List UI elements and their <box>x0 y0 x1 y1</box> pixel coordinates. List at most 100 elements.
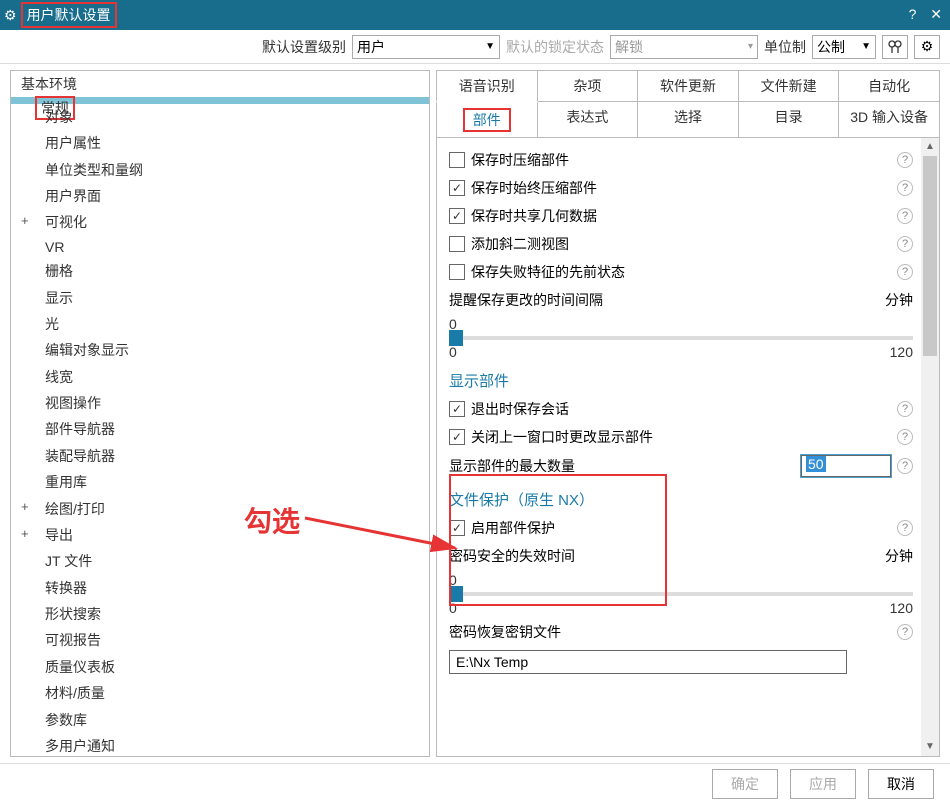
tree-item[interactable]: +导出 <box>11 522 429 548</box>
search-icon[interactable] <box>882 35 908 59</box>
setting-always-compress: 保存时始终压缩部件 ? <box>449 174 933 202</box>
setting-enable-protect: 启用部件保护 ? <box>449 514 933 542</box>
checkbox[interactable] <box>449 429 465 445</box>
help-icon[interactable]: ? <box>909 6 917 22</box>
recovery-input[interactable]: E:\Nx Temp <box>449 650 847 674</box>
tabs-row-2: 部件表达式选择目录3D 输入设备 <box>436 101 940 137</box>
remind-interval-row: 提醒保存更改的时间间隔 分钟 <box>449 286 933 314</box>
tree-item[interactable]: 单位类型和量纲 <box>11 157 429 183</box>
settings-icon[interactable]: ⚙ <box>914 35 940 59</box>
slider-1: 0 0120 <box>449 314 933 362</box>
tab[interactable]: 语音识别 <box>436 70 538 101</box>
scroll-thumb[interactable] <box>923 156 937 356</box>
recovery-input-row: E:\Nx Temp <box>449 646 933 678</box>
setting-share-geom: 保存时共享几何数据 ? <box>449 202 933 230</box>
checkbox[interactable] <box>449 236 465 252</box>
tree-item[interactable]: 形状搜索 <box>11 601 429 627</box>
help-icon[interactable]: ? <box>897 236 913 252</box>
tree-item[interactable]: 视图操作 <box>11 390 429 416</box>
checkbox[interactable] <box>449 520 465 536</box>
main-area: 基本环境 常规对象用户属性单位类型和量纲用户界面+可视化VR栅格显示光编辑对象显… <box>0 64 950 763</box>
tree-item[interactable]: 线宽 <box>11 364 429 390</box>
checkbox[interactable] <box>449 208 465 224</box>
max-parts-row: 显示部件的最大数量 50 ? <box>449 451 933 481</box>
cancel-button[interactable]: 取消 <box>868 769 934 799</box>
slider-handle[interactable] <box>449 330 463 346</box>
gear-icon: ⚙ <box>4 7 17 24</box>
tree-item[interactable]: 栅格 <box>11 258 429 284</box>
chevron-down-icon: ▾ <box>748 41 753 52</box>
tree-item[interactable]: 编辑对象显示 <box>11 337 429 363</box>
pw-timeout-row: 密码安全的失效时间 分钟 <box>449 542 933 570</box>
checkbox[interactable] <box>449 264 465 280</box>
tree-item[interactable]: 对象 <box>11 104 429 130</box>
setting-add-iso: 添加斜二测视图 ? <box>449 230 933 258</box>
tree-item[interactable]: 参数库 <box>11 706 429 732</box>
setting-update-display: 关闭上一窗口时更改显示部件 ? <box>449 423 933 451</box>
help-icon[interactable]: ? <box>897 152 913 168</box>
tree-item[interactable]: 显示 <box>11 284 429 310</box>
close-icon[interactable]: ✕ <box>930 6 942 22</box>
level-select[interactable]: 用户▼ <box>352 35 500 59</box>
help-icon[interactable]: ? <box>897 458 913 474</box>
tabs-row-1: 语音识别杂项软件更新文件新建自动化 <box>436 70 940 101</box>
scrollbar[interactable]: ▲ ▼ <box>921 138 939 756</box>
lock-select[interactable]: 解锁▾ <box>610 35 758 59</box>
checkbox[interactable] <box>449 152 465 168</box>
tree-item[interactable]: +可视化 <box>11 209 429 235</box>
help-icon[interactable]: ? <box>897 180 913 196</box>
footer: 确定 应用 取消 <box>0 763 950 803</box>
help-icon[interactable]: ? <box>897 264 913 280</box>
apply-button[interactable]: 应用 <box>790 769 856 799</box>
tree-header[interactable]: 基本环境 <box>11 71 429 97</box>
tree-item[interactable]: 转换器 <box>11 575 429 601</box>
toolbar: 默认设置级别 用户▼ 默认的锁定状态 解锁▾ 单位制 公制▼ ⚙ <box>0 30 950 64</box>
tree-item[interactable]: +绘图/打印 <box>11 495 429 521</box>
help-icon[interactable]: ? <box>897 520 913 536</box>
tab[interactable]: 3D 输入设备 <box>839 101 940 137</box>
setting-save-session: 退出时保存会话 ? <box>449 395 933 423</box>
level-label: 默认设置级别 <box>262 37 346 57</box>
scroll-down-icon[interactable]: ▼ <box>921 738 939 756</box>
tab[interactable]: 部件 <box>436 101 538 137</box>
tree-item[interactable]: 多用户通知 <box>11 733 429 757</box>
tree-panel: 基本环境 常规对象用户属性单位类型和量纲用户界面+可视化VR栅格显示光编辑对象显… <box>10 70 430 757</box>
slider-track[interactable] <box>449 336 913 340</box>
tab[interactable]: 目录 <box>739 101 840 137</box>
max-parts-input[interactable]: 50 <box>801 455 891 477</box>
tree-item[interactable]: JT 文件 <box>11 548 429 574</box>
tab[interactable]: 选择 <box>638 101 739 137</box>
tab[interactable]: 自动化 <box>839 70 940 101</box>
tree-item[interactable]: 质量仪表板 <box>11 654 429 680</box>
checkbox[interactable] <box>449 180 465 196</box>
tree-item[interactable]: 用户属性 <box>11 130 429 156</box>
tab[interactable]: 表达式 <box>538 101 639 137</box>
tree-item[interactable]: 材料/质量 <box>11 680 429 706</box>
help-icon[interactable]: ? <box>897 624 913 640</box>
slider-handle[interactable] <box>449 586 463 602</box>
tab[interactable]: 软件更新 <box>638 70 739 101</box>
tree-item[interactable]: 重用库 <box>11 469 429 495</box>
slider-track[interactable] <box>449 592 913 596</box>
tree-item[interactable]: 用户界面 <box>11 183 429 209</box>
unit-select[interactable]: 公制▼ <box>812 35 876 59</box>
tree-item[interactable]: VR <box>11 236 429 258</box>
scroll-up-icon[interactable]: ▲ <box>921 138 939 156</box>
setting-save-failed: 保存失败特征的先前状态 ? <box>449 258 933 286</box>
tab[interactable]: 文件新建 <box>739 70 840 101</box>
setting-compress: 保存时压缩部件 ? <box>449 146 933 174</box>
tab[interactable]: 杂项 <box>538 70 639 101</box>
help-icon[interactable]: ? <box>897 429 913 445</box>
checkbox[interactable] <box>449 401 465 417</box>
ok-button[interactable]: 确定 <box>712 769 778 799</box>
titlebar-controls: ? ✕ <box>899 6 942 23</box>
tree-item[interactable]: 光 <box>11 311 429 337</box>
help-icon[interactable]: ? <box>897 401 913 417</box>
settings-body: 保存时压缩部件 ? 保存时始终压缩部件 ? 保存时共享几何数据 ? 添加斜二测视… <box>436 137 940 757</box>
help-icon[interactable]: ? <box>897 208 913 224</box>
lock-label: 默认的锁定状态 <box>506 37 604 57</box>
tree-item[interactable]: 装配导航器 <box>11 443 429 469</box>
slider-2: 0 0120 <box>449 570 933 618</box>
tree-item[interactable]: 部件导航器 <box>11 416 429 442</box>
tree-item[interactable]: 可视报告 <box>11 627 429 653</box>
